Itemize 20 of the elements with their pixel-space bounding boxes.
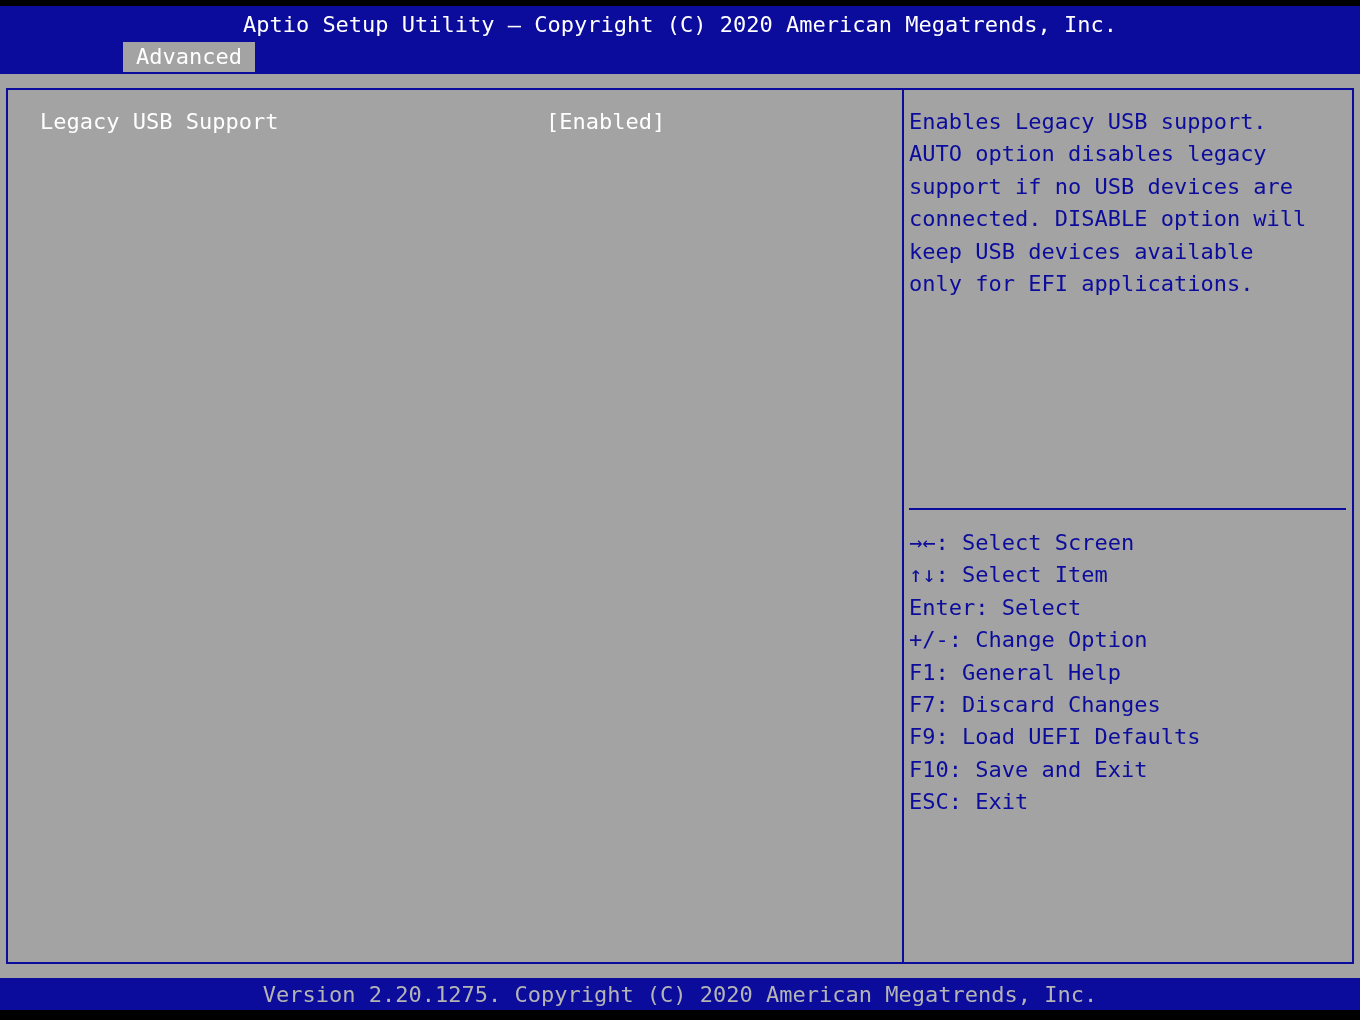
key-hint: F10: Save and Exit	[909, 755, 1149, 784]
help-text: support if no USB devices are	[909, 172, 1295, 201]
key-hint: Enter: Select	[909, 593, 1083, 622]
key-hint: →←: Select Screen	[909, 529, 1136, 557]
setting-value[interactable]: [Enabled]	[546, 106, 666, 138]
key-hint: F9: Load UEFI Defaults	[909, 723, 1202, 752]
window-title: Aptio Setup Utility – Copyright (C) 2020 American Megatrends, Inc.	[242, 11, 1118, 39]
help-text: Enables Legacy USB support.	[909, 108, 1268, 136]
help-text: connected. DISABLE option will	[909, 205, 1308, 234]
help-text: keep USB devices available	[909, 237, 1255, 266]
key-hint: +/-: Change Option	[909, 626, 1149, 655]
help-text: only for EFI applications.	[909, 269, 1255, 298]
help-text: AUTO option disables legacy	[909, 140, 1268, 169]
setting-label[interactable]: Legacy USB Support	[40, 106, 546, 138]
key-hint: F7: Discard Changes	[909, 690, 1162, 719]
footer-text: Version 2.20.1275. Copyright (C) 2020 American Megatrends, Inc.	[0, 978, 1360, 1010]
key-hint: ESC: Exit	[909, 788, 1030, 817]
key-hint: ↑↓: Select Item	[909, 561, 1109, 590]
key-hint: F1: General Help	[909, 658, 1122, 687]
tab[interactable]: Advanced	[123, 42, 255, 72]
